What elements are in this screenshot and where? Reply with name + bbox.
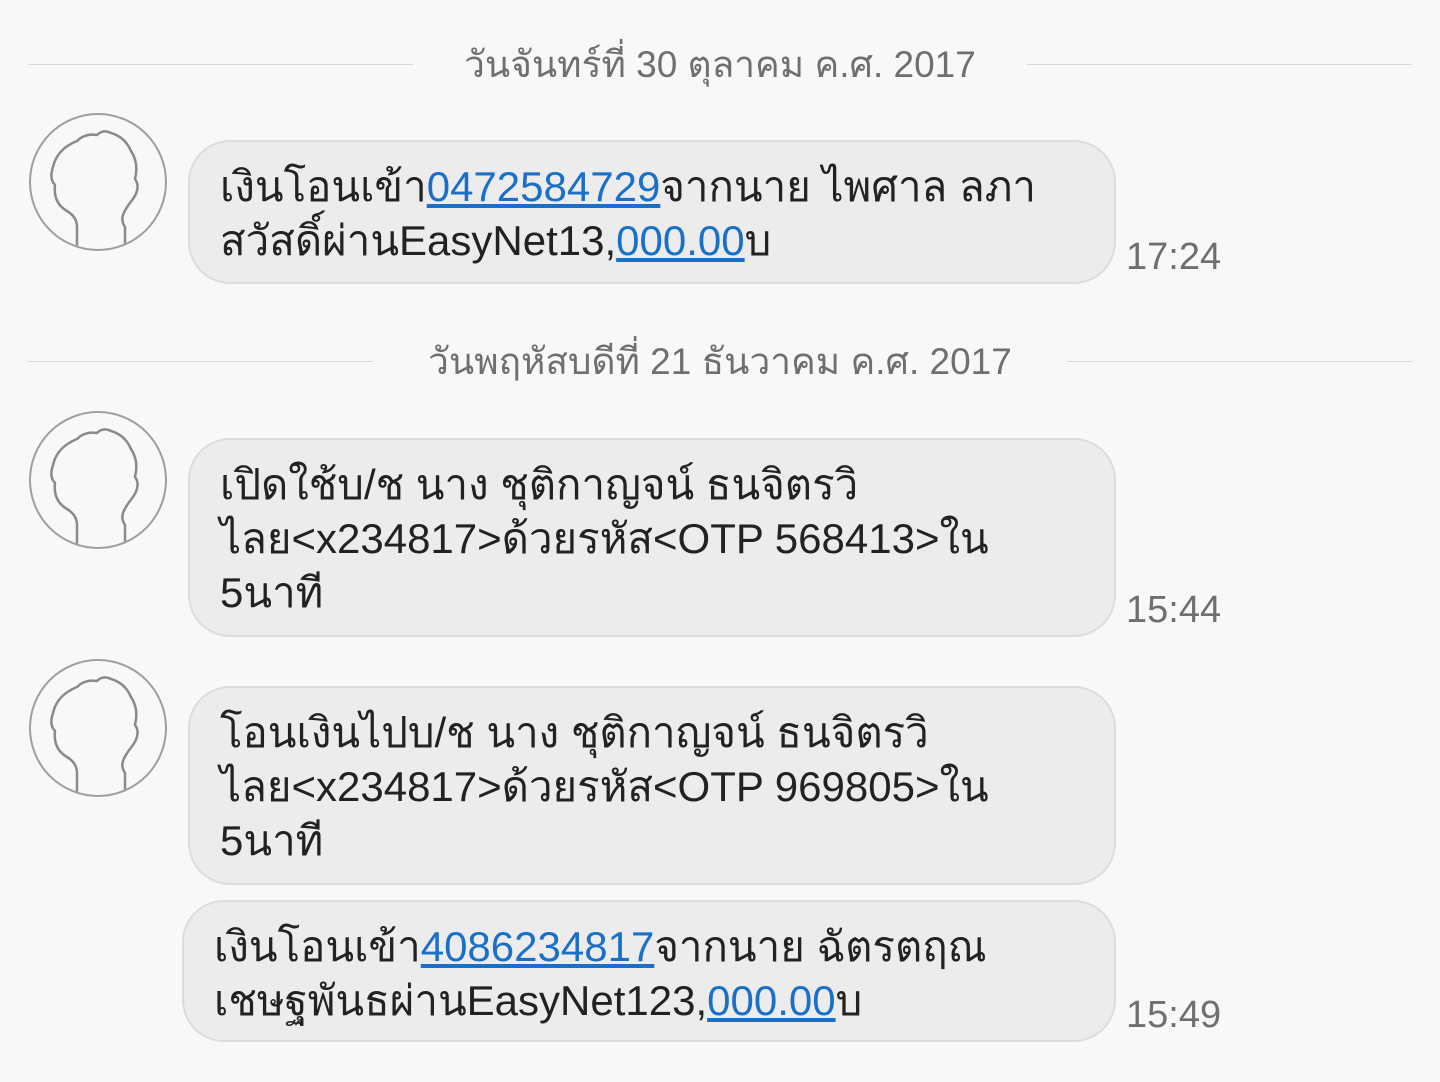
text-line: โอนเงินไปบ/ช นาง ชุติกาญจน์ ธนจิตรวิ [220, 709, 929, 756]
text-line: ไลย<x234817>ด้วยรหัส<OTP 568413>ใน [220, 515, 989, 562]
date-divider: วันจันทร์ที่ 30 ตุลาคม ค.ศ. 2017 [28, 45, 1412, 85]
message-time: 17:24 [1126, 236, 1222, 278]
message-bubble[interactable]: เงินโอนเข้า4086234817จากนาย ฉัตรตฤณ เชษฐ… [182, 900, 1116, 1042]
message-time: 15:49 [1126, 994, 1222, 1036]
message-time: 15:44 [1126, 589, 1222, 631]
text-segment: จากนาย ไพศาล ลภา [660, 163, 1036, 210]
contact-avatar-icon[interactable] [29, 659, 167, 797]
contact-avatar-icon[interactable] [29, 411, 167, 549]
message-bubble[interactable]: เปิดใช้บ/ช นาง ชุติกาญจน์ ธนจิตรวิ ไลย<x… [188, 438, 1116, 637]
date-divider: วันพฤหัสบดีที่ 21 ธันวาคม ค.ศ. 2017 [28, 342, 1412, 382]
number-link[interactable]: 000.00 [616, 217, 744, 264]
contact-avatar-icon[interactable] [29, 113, 167, 251]
text-segment: บ [744, 217, 772, 264]
date-label: วันพฤหัสบดีที่ 21 ธันวาคม ค.ศ. 2017 [428, 341, 1012, 382]
text-segment: สวัสดิ์ผ่านEasyNet13, [220, 217, 617, 264]
account-number-link[interactable]: 4086234817 [421, 923, 655, 970]
text-segment: บ [835, 977, 863, 1024]
text-segment: เงินโอนเข้า [220, 163, 427, 210]
message-bubble[interactable]: เงินโอนเข้า0472584729จากนาย ไพศาล ลภา สว… [188, 140, 1116, 284]
number-link[interactable]: 000.00 [707, 977, 835, 1024]
message-text: เปิดใช้บ/ช นาง ชุติกาญจน์ ธนจิตรวิ ไลย<x… [220, 458, 1086, 620]
text-line: 5นาที [220, 569, 324, 616]
text-line: 5นาที [220, 817, 324, 864]
text-segment: เงินโอนเข้า [214, 923, 421, 970]
divider-line [1027, 64, 1412, 65]
message-text: เงินโอนเข้า0472584729จากนาย ไพศาล ลภา สว… [220, 160, 1086, 268]
date-label: วันจันทร์ที่ 30 ตุลาคม ค.ศ. 2017 [464, 44, 976, 85]
message-text: เงินโอนเข้า4086234817จากนาย ฉัตรตฤณ เชษฐ… [214, 920, 1086, 1028]
text-segment: จากนาย ฉัตรตฤณ [654, 923, 987, 970]
divider-line [1067, 361, 1412, 362]
message-bubble[interactable]: โอนเงินไปบ/ช นาง ชุติกาญจน์ ธนจิตรวิ ไลย… [188, 686, 1116, 885]
message-text: โอนเงินไปบ/ช นาง ชุติกาญจน์ ธนจิตรวิ ไลย… [220, 706, 1086, 868]
text-line: ไลย<x234817>ด้วยรหัส<OTP 969805>ใน [220, 763, 989, 810]
text-line: เปิดใช้บ/ช นาง ชุติกาญจน์ ธนจิตรวิ [220, 461, 859, 508]
account-number-link[interactable]: 0472584729 [427, 163, 661, 210]
text-segment: เชษฐพันธผ่านEasyNet123, [214, 977, 708, 1024]
